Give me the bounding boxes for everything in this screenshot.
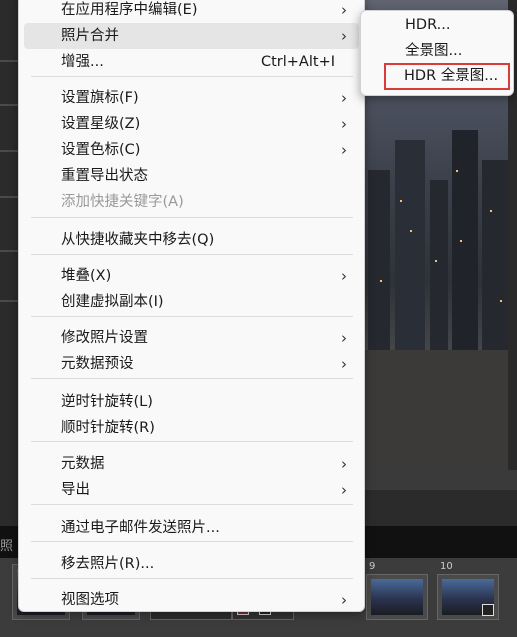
submenu-item-panorama[interactable]: 全景图... [366, 39, 508, 64]
menu-separator [31, 316, 353, 317]
menu-item-label: 增强... [61, 54, 104, 70]
menu-item-shortcut: Ctrl+Alt+I [260, 54, 335, 70]
menu-separator [31, 578, 353, 579]
chevron-right-icon: › [341, 355, 347, 373]
menu-separator [31, 504, 353, 505]
menu-separator [31, 254, 353, 255]
menu-item-remove-from-quick-collection[interactable]: 从快捷收藏夹中移去(Q) [24, 227, 359, 253]
menu-item-enhance[interactable]: 增强... Ctrl+Alt+I [24, 49, 359, 75]
menu-item-export[interactable]: 导出 › [24, 477, 359, 503]
thumb-number: 10 [440, 561, 453, 572]
menu-item-set-rating[interactable]: 设置星级(Z) › [24, 111, 359, 137]
menu-item-remove-photo[interactable]: 移去照片(R)... [24, 551, 359, 577]
submenu-item-label: HDR 全景图... [404, 68, 499, 84]
menu-item-rotate-right[interactable]: 顺时针旋转(R) [24, 415, 359, 441]
menu-item-set-flag[interactable]: 设置旗标(F) › [24, 85, 359, 111]
thumb-number: 9 [369, 561, 376, 572]
menu-item-stacking[interactable]: 堆叠(X) › [24, 263, 359, 289]
menu-item-label: 元数据预设 [61, 356, 134, 372]
chevron-right-icon: › [341, 89, 347, 107]
menu-separator [31, 541, 353, 542]
menu-item-label: 照片合并 [61, 28, 119, 44]
menu-item-label: 在应用程序中编辑(E) [61, 2, 198, 18]
menu-item-label: 元数据 [61, 456, 105, 472]
menu-separator [31, 76, 353, 77]
filmstrip-thumb[interactable] [437, 574, 499, 620]
menu-item-label: 顺时针旋转(R) [61, 420, 155, 436]
menu-item-metadata[interactable]: 元数据 › [24, 451, 359, 477]
menu-item-label: 导出 [61, 482, 90, 498]
submenu-item-hdr[interactable]: HDR... [366, 13, 508, 38]
menu-item-label: 修改照片设置 [61, 330, 148, 346]
chevron-right-icon: › [341, 267, 347, 285]
menu-item-label: 通过电子邮件发送照片... [61, 520, 220, 536]
menu-item-view-options[interactable]: 视图选项 › [24, 587, 359, 613]
menu-item-label: 创建虚拟副本(I) [61, 294, 164, 310]
chevron-right-icon: › [341, 27, 347, 45]
edit-badge-icon [482, 604, 494, 616]
menu-item-develop-settings[interactable]: 修改照片设置 › [24, 325, 359, 351]
chevron-right-icon: › [341, 1, 347, 19]
filmstrip-label: 照 [0, 539, 14, 554]
menu-item-rotate-left[interactable]: 逆时针旋转(L) [24, 389, 359, 415]
menu-separator [31, 378, 353, 379]
chevron-right-icon: › [341, 115, 347, 133]
menu-item-label: 设置色标(C) [61, 142, 141, 158]
menu-separator [31, 217, 353, 218]
menu-item-edit-in-app[interactable]: 在应用程序中编辑(E) › [24, 0, 359, 23]
chevron-right-icon: › [341, 455, 347, 473]
menu-item-reset-export-state[interactable]: 重置导出状态 [24, 163, 359, 189]
menu-item-label: 堆叠(X) [61, 268, 112, 284]
submenu-item-hdr-panorama[interactable]: HDR 全景图... [384, 63, 510, 90]
menu-item-label: 设置星级(Z) [61, 116, 141, 132]
chevron-right-icon: › [341, 329, 347, 347]
menu-separator [31, 441, 353, 442]
menu-item-label: 移去照片(R)... [61, 556, 155, 572]
menu-item-photo-merge[interactable]: 照片合并 › [24, 23, 359, 49]
menu-item-add-quick-keyword: 添加快捷关键字(A) [24, 189, 359, 215]
menu-item-create-virtual-copy[interactable]: 创建虚拟副本(I) [24, 289, 359, 315]
menu-item-email-photo[interactable]: 通过电子邮件发送照片... [24, 515, 359, 541]
menu-item-metadata-presets[interactable]: 元数据预设 › [24, 351, 359, 377]
menu-item-label: 重置导出状态 [61, 168, 148, 184]
menu-item-label: 设置旗标(F) [61, 90, 139, 106]
chevron-right-icon: › [341, 591, 347, 609]
chevron-right-icon: › [341, 141, 347, 159]
submenu-item-label: 全景图... [405, 43, 463, 59]
menu-item-label: 添加快捷关键字(A) [61, 194, 184, 210]
menu-item-label: 从快捷收藏夹中移去(Q) [61, 232, 215, 248]
chevron-right-icon: › [341, 481, 347, 499]
context-menu: 在应用程序中编辑(E) › 照片合并 › 增强... Ctrl+Alt+I 设置旗标(F) ›… [18, 0, 365, 612]
menu-item-label: 视图选项 [61, 592, 119, 608]
photo-merge-submenu: HDR... 全景图... HDR 全景图... [360, 10, 514, 96]
menu-item-label: 逆时针旋转(L) [61, 394, 153, 410]
submenu-item-label: HDR... [405, 17, 451, 33]
menu-item-set-color-label[interactable]: 设置色标(C) › [24, 137, 359, 163]
filmstrip-thumb[interactable] [366, 574, 428, 620]
